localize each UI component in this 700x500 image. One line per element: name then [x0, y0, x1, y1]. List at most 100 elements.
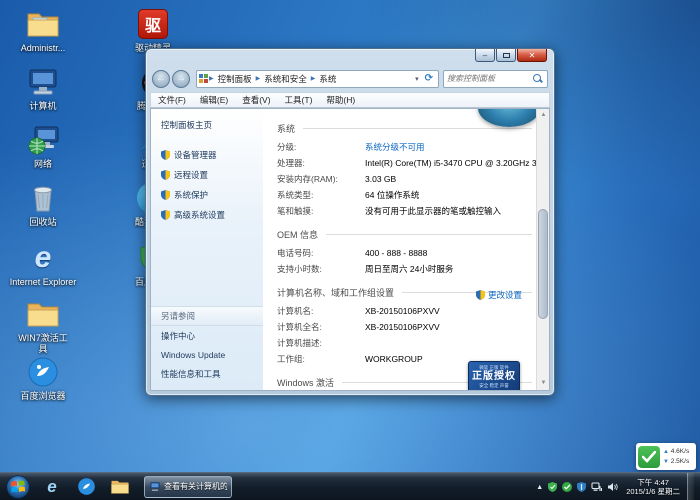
- search-input[interactable]: [444, 74, 533, 83]
- taskbar-explorer-icon[interactable]: [108, 475, 132, 499]
- baidu-browser-icon: [8, 354, 78, 390]
- ram-value: 3.03 GB: [365, 171, 396, 187]
- uac-shield-icon: [161, 210, 170, 220]
- menu-view[interactable]: 查看(V): [235, 94, 277, 106]
- breadcrumb-control-panel[interactable]: 控制面板: [215, 73, 255, 85]
- net-speed-widget[interactable]: ▲ 4.6K/s ▼ 2.5K/s: [636, 443, 696, 470]
- desktop-icon-network[interactable]: 网络: [8, 122, 78, 170]
- menu-tools[interactable]: 工具(T): [278, 94, 320, 106]
- clock-date: 2015/1/6 星期二: [626, 487, 680, 496]
- breadcrumb-system-security[interactable]: 系统和安全: [261, 73, 310, 85]
- sidebar-item-windows-update[interactable]: Windows Update: [151, 346, 263, 364]
- control-panel-icon: [199, 74, 208, 83]
- task-label: 查看有关计算机的基...: [164, 481, 227, 492]
- change-settings-label[interactable]: 更改设置: [488, 289, 522, 301]
- show-hidden-icons-button[interactable]: ▲: [536, 484, 543, 491]
- refresh-icon[interactable]: ⟳: [422, 73, 436, 84]
- breadcrumb-separator: ▶: [310, 75, 317, 82]
- back-button[interactable]: ←: [152, 70, 170, 88]
- desktop-icon-administrator[interactable]: Administr...: [8, 6, 78, 54]
- desktop-icon-label: Internet Explorer: [8, 277, 78, 288]
- pen-touch-value: 没有可用于此显示器的笔或触控输入: [365, 203, 501, 219]
- system-window: – ✕ ← → ▶ 控制面板 ▶ 系统和安全 ▶ 系统 ▾ ⟳ 文件(F) 编辑…: [145, 48, 555, 396]
- taskbar-baidu-browser-icon[interactable]: [74, 475, 98, 499]
- info-label: 笔和触摸:: [277, 203, 365, 219]
- driver-genius-icon: 驱: [138, 9, 168, 39]
- sidebar-item-action-center[interactable]: 操作中心: [151, 326, 263, 346]
- tray-network-icon[interactable]: [591, 482, 602, 492]
- info-label: 计算机描述:: [277, 335, 365, 351]
- tray-clock[interactable]: 下午 4:47 2015/1/6 星期二: [626, 478, 680, 496]
- taskbar: e 查看有关计算机的基... ▲ 下午 4:47 2015/1/6 星期二: [0, 472, 700, 500]
- desktop-icon-label: 网络: [8, 159, 78, 170]
- tray-green-check-icon[interactable]: [562, 482, 572, 492]
- desktop-icon-driver-genius[interactable]: 驱 驱动精灵: [118, 6, 188, 54]
- scroll-down-arrow[interactable]: ▼: [537, 377, 550, 390]
- tray-volume-icon[interactable]: [607, 482, 618, 492]
- window-titlebar[interactable]: – ✕: [146, 49, 554, 66]
- desktop-icon-internet-explorer[interactable]: e Internet Explorer: [8, 240, 78, 288]
- sidebar-item-performance-tools[interactable]: 性能信息和工具: [151, 364, 263, 384]
- see-also-header: 另请参阅: [151, 306, 263, 326]
- section-title-system: 系统: [277, 122, 295, 135]
- computer-icon: [149, 481, 161, 492]
- ie-icon: e: [35, 243, 52, 273]
- breadcrumb-system[interactable]: 系统: [316, 73, 339, 85]
- show-desktop-button[interactable]: [687, 473, 694, 500]
- close-button[interactable]: ✕: [517, 49, 547, 62]
- checkmark-icon: [638, 446, 660, 468]
- uac-shield-icon: [161, 170, 170, 180]
- sidebar-item-label: 设备管理器: [174, 149, 217, 161]
- address-bar[interactable]: ▶ 控制面板 ▶ 系统和安全 ▶ 系统 ▾ ⟳: [196, 70, 439, 88]
- desktop-icon-label: WIN7激活工具: [16, 333, 70, 355]
- rating-link[interactable]: 系统分级不可用: [365, 139, 425, 155]
- section-title-activation: Windows 激活: [277, 376, 334, 389]
- sidebar-item-home[interactable]: 控制面板主页: [151, 109, 263, 131]
- chevron-down-icon[interactable]: ▾: [412, 75, 422, 83]
- desktop-icon-computer[interactable]: 计算机: [8, 64, 78, 112]
- forward-button[interactable]: →: [172, 70, 190, 88]
- info-label: 电话号码:: [277, 245, 365, 261]
- download-arrow-icon: ▼: [663, 459, 669, 465]
- sidebar-item-remote-settings[interactable]: 远程设置: [151, 165, 263, 185]
- menu-help[interactable]: 帮助(H): [319, 94, 362, 106]
- full-name-value: XB-20150106PXVV: [365, 319, 440, 335]
- desktop-icon-recycle-bin[interactable]: 回收站: [8, 180, 78, 228]
- taskbar-ie-icon[interactable]: e: [40, 475, 64, 499]
- desktop-icon-label: 回收站: [8, 217, 78, 228]
- menu-file[interactable]: 文件(F): [151, 94, 193, 106]
- search-box[interactable]: [443, 70, 548, 88]
- menu-edit[interactable]: 编辑(E): [193, 94, 235, 106]
- info-label: 处理器:: [277, 155, 365, 171]
- breadcrumb-separator: ▶: [255, 75, 262, 82]
- sidebar: 控制面板主页 设备管理器 远程设置 系统保护 高级系统设置: [151, 109, 263, 390]
- desktop-icon-label: 百度浏览器: [8, 391, 78, 402]
- desktop-icon-baidu-browser[interactable]: 百度浏览器: [8, 354, 78, 402]
- maximize-button[interactable]: [496, 49, 516, 62]
- phone-value: 400 - 888 - 8888: [365, 245, 427, 261]
- uac-shield-icon: [476, 290, 485, 300]
- sidebar-item-advanced-settings[interactable]: 高级系统设置: [151, 205, 263, 225]
- minimize-button[interactable]: –: [475, 49, 495, 62]
- scroll-up-arrow[interactable]: ▲: [537, 109, 550, 122]
- genuine-windows-badge[interactable]: 微软 正版 软件 正版授权 安全 稳定 声誉: [468, 361, 520, 390]
- section-title-computer-name: 计算机名称、域和工作组设置: [277, 286, 394, 299]
- search-icon[interactable]: [533, 74, 543, 84]
- desktop-icon-win7-activation[interactable]: WIN7激活工具: [8, 296, 78, 355]
- info-label: 分级:: [277, 139, 365, 155]
- start-button[interactable]: [6, 475, 30, 499]
- info-label: 计算机名:: [277, 303, 365, 319]
- info-label: 系统类型:: [277, 187, 365, 203]
- workgroup-value: WORKGROUP: [365, 351, 423, 367]
- tray-antivirus-shield-icon[interactable]: [548, 482, 557, 492]
- taskbar-active-task[interactable]: 查看有关计算机的基...: [144, 476, 232, 498]
- info-label: 支持小时数:: [277, 261, 365, 277]
- badge-main-text: 正版授权: [469, 371, 519, 383]
- change-settings-link[interactable]: 更改设置: [476, 289, 522, 301]
- scrollbar-thumb[interactable]: [538, 209, 548, 319]
- breadcrumb-separator: ▶: [208, 75, 215, 82]
- sidebar-item-system-protection[interactable]: 系统保护: [151, 185, 263, 205]
- window-scrollbar[interactable]: ▲ ▼: [536, 109, 549, 390]
- tray-security-shield-icon[interactable]: [577, 482, 586, 492]
- sidebar-item-device-manager[interactable]: 设备管理器: [151, 145, 263, 165]
